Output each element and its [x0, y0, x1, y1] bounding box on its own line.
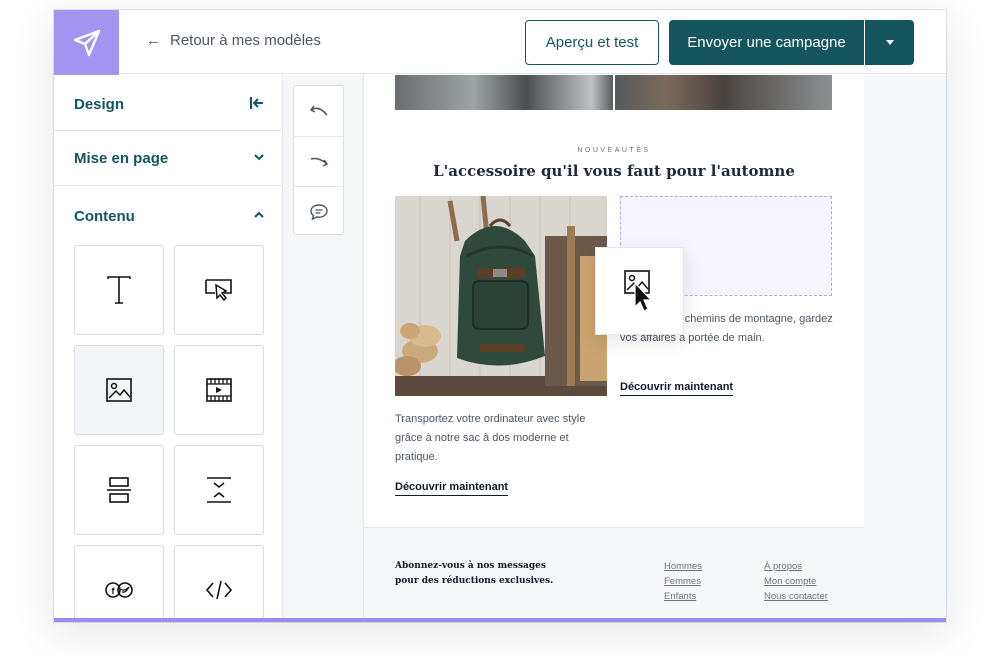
- text-icon: [107, 276, 131, 304]
- section-kicker: NOUVEAUTÉS: [577, 147, 651, 154]
- redo-icon: [310, 157, 328, 167]
- history-toolbar-column: [283, 75, 364, 618]
- comment-icon: [309, 203, 328, 220]
- footer-link-contact[interactable]: Nous contacter: [764, 589, 828, 604]
- footer-subscribe-text: Abonnez-vous à nos messages pour des réd…: [395, 561, 554, 586]
- email-canvas: NOUVEAUTÉS L'accessoire qu'il vous faut …: [364, 75, 946, 618]
- footer-link-men[interactable]: Hommes: [664, 559, 702, 574]
- send-options-dropdown[interactable]: [865, 20, 914, 65]
- paper-plane-icon: [73, 29, 100, 56]
- dragged-image-block[interactable]: [595, 247, 684, 335]
- content-section[interactable]: Contenu: [54, 186, 283, 244]
- social-block[interactable]: f: [74, 545, 164, 618]
- hero-image-divider: [613, 75, 615, 110]
- image-icon: [623, 270, 652, 312]
- editor-window: ← Retour à mes modèles Aperçu et test En…: [54, 10, 946, 622]
- preview-test-button[interactable]: Aperçu et test: [525, 20, 659, 65]
- right-cta-link[interactable]: Découvrir maintenant: [620, 381, 734, 396]
- social-icon: f: [105, 582, 133, 598]
- video-block[interactable]: [174, 345, 264, 435]
- logo[interactable]: [54, 10, 119, 75]
- video-icon: [206, 378, 232, 402]
- svg-text:f: f: [112, 586, 116, 596]
- undo-button[interactable]: [294, 86, 343, 136]
- send-campaign-button[interactable]: Envoyer une campagne: [669, 20, 864, 65]
- comment-button[interactable]: [294, 186, 343, 236]
- image-block[interactable]: [74, 345, 164, 435]
- footer-link-kids[interactable]: Enfants: [664, 589, 696, 604]
- spacer-icon: [207, 477, 231, 503]
- spacer-block[interactable]: [174, 445, 264, 535]
- caret-down-icon: [885, 40, 894, 45]
- sidebar: Design Mise en page Contenu f: [54, 75, 283, 618]
- footer-link-account[interactable]: Mon compte: [764, 574, 816, 589]
- section-headline[interactable]: L'accessoire qu'il vous faut pour l'auto…: [364, 162, 864, 180]
- backpack-photo[interactable]: [395, 196, 607, 396]
- image-icon: [106, 378, 132, 402]
- left-cta-link[interactable]: Découvrir maintenant: [395, 481, 509, 496]
- code-block[interactable]: [174, 545, 264, 618]
- left-product-text[interactable]: Transportez votre ordinateur avec style …: [395, 410, 600, 467]
- redo-button[interactable]: [294, 136, 343, 186]
- content-label: Contenu: [74, 208, 135, 225]
- layout-section[interactable]: Mise en page: [54, 131, 283, 186]
- button-block[interactable]: [174, 245, 264, 335]
- back-to-templates-link[interactable]: ← Retour à mes modèles: [146, 32, 321, 49]
- code-icon: [205, 580, 233, 600]
- layout-label: Mise en page: [74, 150, 169, 167]
- chevron-up-icon: [253, 208, 265, 226]
- back-link-label: Retour à mes modèles: [170, 32, 321, 49]
- email-body: NOUVEAUTÉS L'accessoire qu'il vous faut …: [364, 75, 864, 527]
- chevron-down-icon: [253, 150, 265, 168]
- button-icon: [205, 279, 232, 302]
- design-label: Design: [74, 96, 125, 113]
- footer-link-women[interactable]: Femmes: [664, 574, 701, 589]
- text-block[interactable]: [74, 245, 164, 335]
- design-section[interactable]: Design: [54, 75, 283, 131]
- footer-link-about[interactable]: À propos: [764, 559, 802, 574]
- undo-icon: [309, 105, 328, 116]
- history-toolbar: [293, 85, 344, 235]
- arrow-left-icon: ←: [146, 32, 161, 49]
- divider-block[interactable]: [74, 445, 164, 535]
- collapse-panel-icon[interactable]: [249, 95, 265, 116]
- top-bar: ← Retour à mes modèles Aperçu et test En…: [54, 10, 946, 75]
- footer-divider: [364, 527, 864, 528]
- divider-icon: [107, 477, 131, 503]
